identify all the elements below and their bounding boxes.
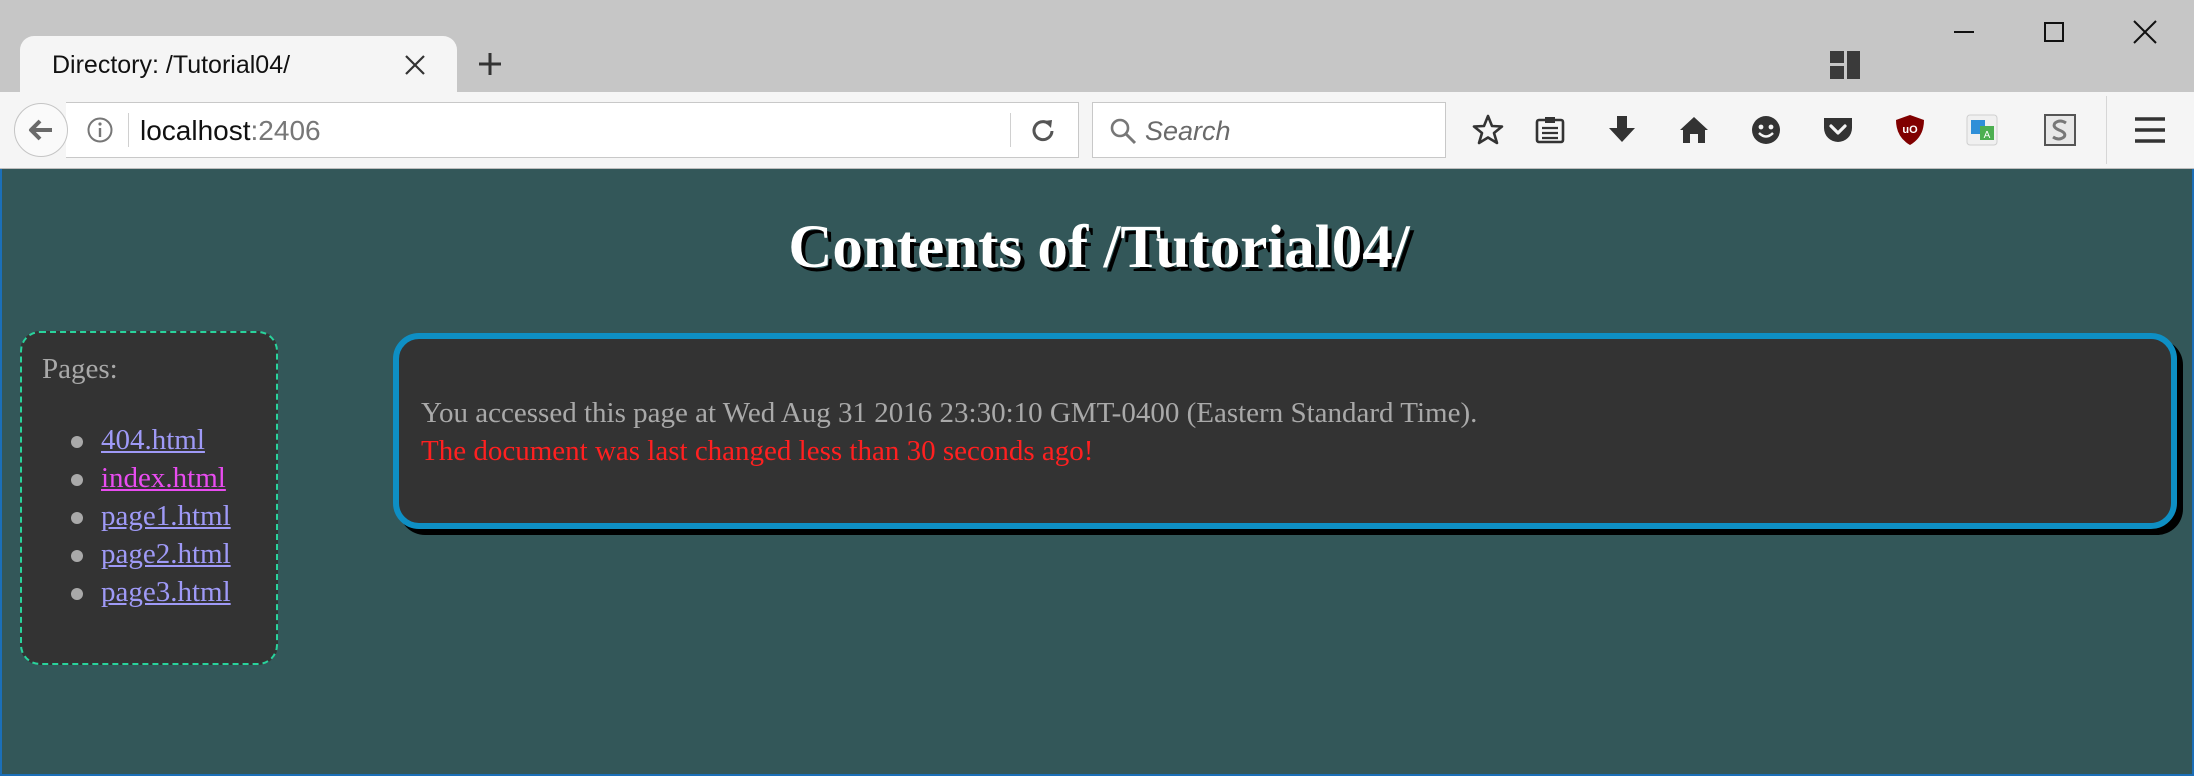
page-link-index[interactable]: index.html (101, 462, 226, 494)
pages-label: Pages: (42, 353, 118, 385)
page-link-page3[interactable]: page3.html (101, 576, 231, 608)
page-link-page1[interactable]: page1.html (101, 500, 231, 532)
page-title: Contents of /Tutorial04/ (788, 214, 1410, 281)
list-item: 404.html (71, 421, 231, 459)
url-text[interactable]: localhost:2406 (140, 115, 321, 147)
url-port: :2406 (250, 115, 321, 146)
tab-title: Directory: /Tutorial04/ (52, 50, 291, 79)
search-icon (1109, 117, 1137, 145)
reading-list-icon[interactable] (1530, 110, 1570, 150)
maximize-icon[interactable] (2024, 12, 2084, 52)
svg-text:A: A (1984, 130, 1991, 141)
plus-icon[interactable] (470, 44, 510, 84)
list-item: page1.html (71, 497, 231, 535)
search-input[interactable] (1143, 111, 1437, 151)
translate-icon[interactable]: A (1962, 110, 2002, 150)
window-close-icon[interactable] (2115, 12, 2175, 52)
access-time-text: You accessed this page at Wed Aug 31 201… (421, 397, 1478, 429)
page-content: Contents of /Tutorial04/ Pages: 404.html… (0, 169, 2194, 776)
ublock-icon[interactable]: uO (1890, 110, 1930, 150)
download-icon[interactable] (1602, 110, 1642, 150)
navigation-toolbar: localhost:2406 Search uO A (0, 92, 2194, 169)
browser-window: Directory: /Tutorial04/ localhost:2406 S… (0, 0, 2194, 776)
back-arrow-icon[interactable] (14, 103, 68, 157)
toolbar-separator (2106, 96, 2107, 164)
reload-icon[interactable] (1026, 114, 1060, 148)
list-item: page2.html (71, 535, 231, 573)
tab-groups-icon[interactable] (1828, 48, 1862, 82)
info-icon[interactable] (86, 116, 114, 144)
page-link-page2[interactable]: page2.html (101, 538, 231, 570)
pages-list: 404.html index.html page1.html page2.htm… (42, 421, 231, 611)
emoji-icon[interactable] (1746, 110, 1786, 150)
stylish-icon[interactable] (2040, 110, 2080, 150)
page-link-404[interactable]: 404.html (101, 424, 205, 456)
close-icon[interactable] (395, 45, 435, 85)
url-separator (1010, 113, 1011, 147)
tab-directory[interactable]: Directory: /Tutorial04/ (20, 36, 457, 94)
info-panel: You accessed this page at Wed Aug 31 201… (393, 333, 2177, 529)
bookmark-star-icon[interactable] (1468, 110, 1508, 150)
minimize-icon[interactable] (1934, 12, 1994, 52)
pocket-icon[interactable] (1818, 110, 1858, 150)
search-box[interactable] (1092, 102, 1446, 158)
url-separator (128, 113, 129, 147)
address-bar[interactable]: localhost:2406 (66, 102, 1079, 158)
home-icon[interactable] (1674, 110, 1714, 150)
list-item: page3.html (71, 573, 231, 611)
menu-icon[interactable] (2130, 110, 2170, 150)
url-host: localhost (140, 115, 251, 146)
svg-text:uO: uO (1902, 124, 1918, 136)
list-item: index.html (71, 459, 231, 497)
tab-strip: Directory: /Tutorial04/ (0, 0, 2194, 94)
last-changed-text: The document was last changed less than … (421, 435, 1094, 467)
pages-sidebar: Pages: 404.html index.html page1.html pa… (20, 331, 278, 665)
